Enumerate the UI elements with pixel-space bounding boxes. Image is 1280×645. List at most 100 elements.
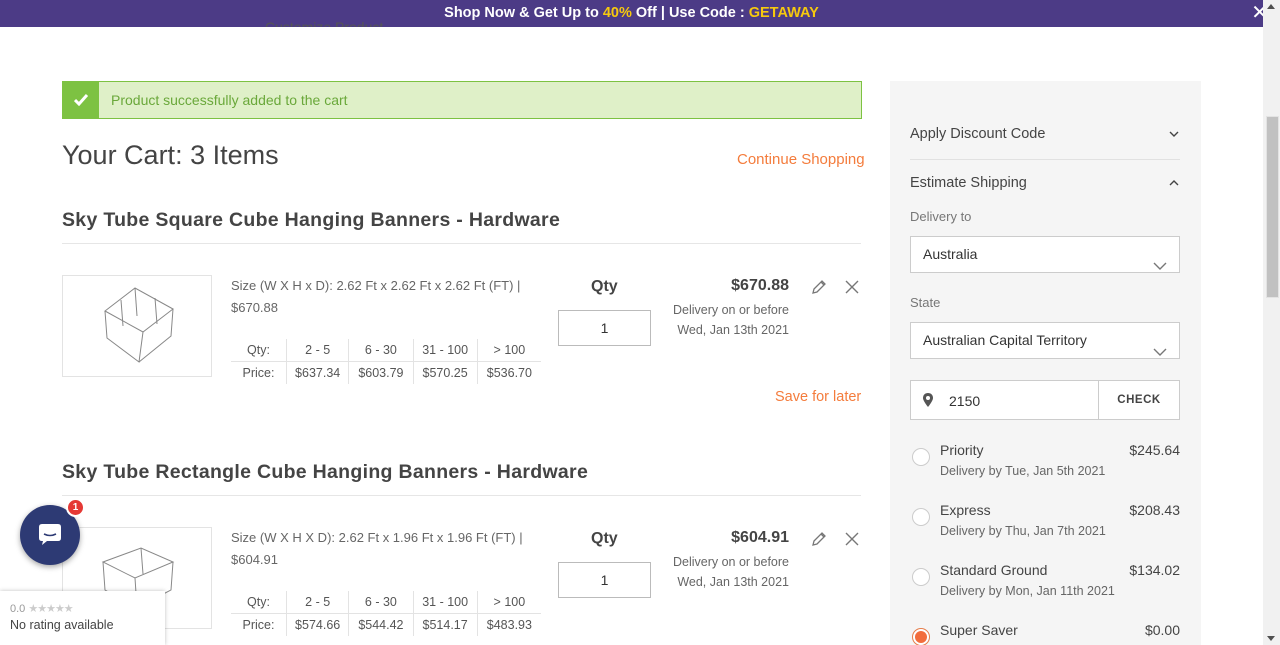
edit-icon[interactable] — [810, 278, 828, 296]
promo-prefix: Shop Now & Get Up to — [444, 5, 603, 21]
scroll-up-arrow[interactable] — [1267, 4, 1275, 9]
product-title[interactable]: Sky Tube Rectangle Cube Hanging Banners … — [62, 461, 588, 484]
shipping-option-priority[interactable]: Priority $245.64 Delivery by Tue, Jan 5t… — [910, 442, 1180, 492]
delivery-to-label: Delivery to — [910, 209, 972, 224]
delivery-line: Delivery on or before — [672, 555, 789, 569]
radio-button[interactable] — [912, 448, 930, 466]
tier-price: $603.79 — [348, 361, 414, 384]
rating-stars: 0.0 ★★★★★ — [10, 602, 74, 615]
scrollbar[interactable] — [1263, 0, 1280, 645]
promo-middle: Off | Use Code : — [631, 5, 749, 21]
tier-label: Price: — [231, 613, 287, 636]
tier-price: $637.34 — [286, 361, 350, 384]
tier-qty: 31 - 100 — [413, 339, 478, 362]
tier-qty: 2 - 5 — [286, 339, 350, 362]
alert-message: Product successfully added to the cart — [111, 92, 348, 108]
shipping-name: Express — [940, 502, 991, 518]
tier-label: Qty: — [231, 591, 287, 614]
zip-code-group: CHECK — [910, 380, 1180, 420]
tier-price: $483.93 — [486, 618, 532, 632]
tier-qty: 31 - 100 — [413, 591, 478, 614]
estimate-shipping-toggle[interactable]: Estimate Shipping — [910, 175, 1180, 191]
quantity-input[interactable] — [558, 562, 651, 598]
tier-price: $544.42 — [348, 613, 414, 636]
shipping-delivery-date: Delivery by Tue, Jan 5th 2021 — [940, 464, 1106, 478]
radio-button-selected[interactable] — [912, 628, 930, 645]
promo-banner: Shop Now & Get Up to 40% Off | Use Code … — [0, 0, 1263, 27]
price-tier-table: Qty: 2 - 5 6 - 30 31 - 100 > 100 Price: … — [231, 591, 541, 636]
tier-qty: 6 - 30 — [348, 591, 414, 614]
remove-icon[interactable] — [843, 278, 861, 296]
continue-shopping-link[interactable]: Continue Shopping — [737, 151, 865, 168]
product-image[interactable] — [62, 275, 212, 377]
rating-text: No rating available — [10, 618, 114, 632]
qty-label: Qty — [591, 530, 618, 547]
item-price: $670.88 — [731, 277, 789, 294]
scroll-down-arrow[interactable] — [1267, 636, 1275, 641]
delivery-date: Wed, Jan 13th 2021 — [677, 323, 789, 337]
delivery-date: Wed, Jan 13th 2021 — [677, 575, 789, 589]
star-icon: ★★★★★ — [28, 603, 73, 615]
qty-label: Qty — [591, 278, 618, 295]
apply-discount-toggle[interactable]: Apply Discount Code — [910, 126, 1180, 142]
tier-price: $570.25 — [413, 361, 478, 384]
tier-qty: 2 - 5 — [286, 591, 350, 614]
tier-qty: > 100 — [477, 591, 541, 614]
delivery-line: Delivery on or before — [672, 303, 789, 317]
tier-price: $514.17 — [413, 613, 478, 636]
shipping-delivery-date: Delivery by Thu, Jan 7th 2021 — [940, 524, 1106, 538]
rating-widget[interactable]: 0.0 ★★★★★ No rating available — [0, 591, 165, 645]
state-label: State — [910, 295, 941, 310]
shipping-option-express[interactable]: Express $208.43 Delivery by Thu, Jan 7th… — [910, 502, 1180, 552]
chevron-down-icon — [1153, 249, 1167, 284]
state-value: Australian Capital Territory — [923, 332, 1087, 348]
shipping-cost: $134.02 — [1129, 562, 1180, 578]
cart-title: Your Cart: 3 Items — [62, 140, 279, 170]
checkmark-icon — [63, 82, 99, 118]
product-size: Size (W X H x D): 2.62 Ft x 2.62 Ft x 2.… — [231, 278, 521, 315]
scroll-thumb[interactable] — [1266, 116, 1279, 298]
delivery-estimate: Delivery on or before Wed, Jan 13th 2021 — [649, 552, 789, 592]
chat-launcher[interactable]: 1 — [20, 498, 85, 565]
divider — [62, 243, 861, 244]
customize-product-link[interactable]: Customize Product — [265, 16, 383, 27]
remove-icon[interactable] — [843, 530, 861, 548]
rating-score: 0.0 — [10, 603, 26, 615]
shipping-option-standard-ground[interactable]: Standard Ground $134.02 Delivery by Mon,… — [910, 562, 1180, 612]
chevron-up-icon — [1168, 177, 1180, 193]
edit-icon[interactable] — [810, 530, 828, 548]
shipping-cost: $208.43 — [1129, 502, 1180, 518]
chevron-down-icon — [1168, 128, 1180, 144]
shipping-cost: $245.64 — [1129, 442, 1180, 458]
radio-button[interactable] — [912, 508, 930, 526]
price-tier-table: Qty: 2 - 5 6 - 30 31 - 100 > 100 Price: … — [231, 339, 541, 384]
zip-code-input[interactable] — [947, 389, 1091, 413]
tier-price: $574.66 — [286, 613, 350, 636]
shipping-cost: $0.00 — [1144, 622, 1180, 638]
shipping-option-super-saver[interactable]: Super Saver $0.00 — [910, 622, 1180, 645]
tier-label: Price: — [231, 361, 287, 384]
promo-code: GETAWAY — [748, 5, 819, 21]
shipping-label: Estimate Shipping — [910, 175, 1027, 191]
tier-qty: > 100 — [477, 339, 541, 362]
quantity-input[interactable] — [558, 310, 651, 346]
check-button[interactable]: CHECK — [1098, 381, 1179, 419]
tier-price: $536.70 — [486, 366, 532, 380]
country-value: Australia — [923, 246, 978, 262]
state-select[interactable]: Australian Capital Territory — [910, 322, 1180, 359]
save-for-later-link[interactable]: Save for later — [775, 389, 861, 405]
promo-percent: 40% — [602, 5, 632, 21]
discount-label: Apply Discount Code — [910, 126, 1046, 142]
shipping-delivery-date: Delivery by Mon, Jan 11th 2021 — [940, 584, 1115, 598]
country-select[interactable]: Australia — [910, 236, 1180, 273]
product-title[interactable]: Sky Tube Square Cube Hanging Banners - H… — [62, 209, 560, 232]
radio-button[interactable] — [912, 568, 930, 586]
map-pin-icon — [923, 393, 933, 412]
product-size: Size (W X H X D): 2.62 Ft x 1.96 Ft x 1.… — [231, 530, 523, 567]
divider — [910, 159, 1180, 160]
notification-badge: 1 — [66, 498, 85, 517]
divider — [62, 495, 861, 496]
success-alert: Product successfully added to the cart — [62, 81, 862, 119]
shipping-name: Priority — [940, 442, 984, 458]
tier-qty: 6 - 30 — [348, 339, 414, 362]
